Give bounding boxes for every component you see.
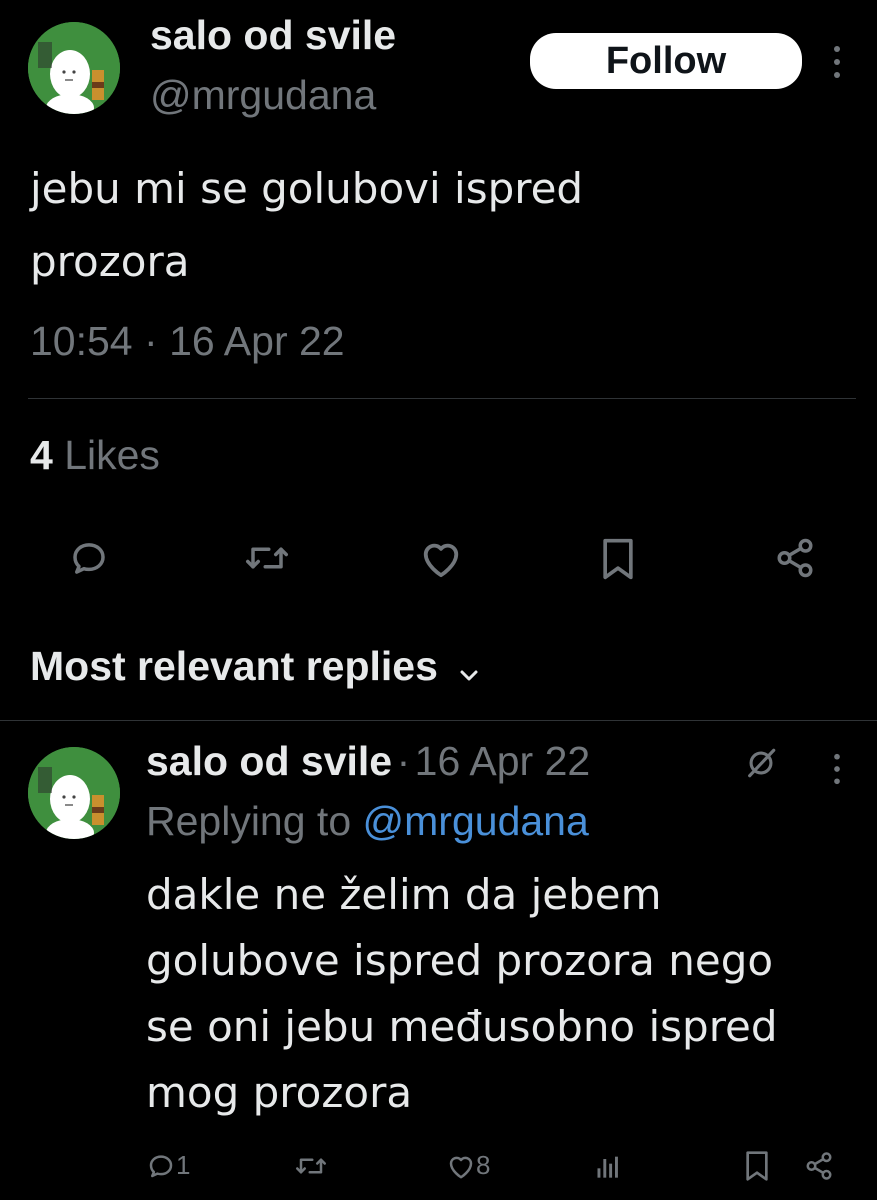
meta-separator: · xyxy=(144,318,158,364)
like-icon[interactable] xyxy=(418,537,464,579)
reply-count: 1 xyxy=(176,1150,191,1180)
likes-label: Likes xyxy=(64,432,160,478)
chevron-down-icon xyxy=(457,646,481,693)
views-icon[interactable] xyxy=(594,1151,622,1181)
reply-like-button[interactable]: 8 xyxy=(446,1150,490,1181)
replies-sort-dropdown[interactable]: Most relevant replies xyxy=(30,643,481,693)
divider xyxy=(28,398,856,399)
replies-sort-label: Most relevant replies xyxy=(30,643,438,689)
bookmark-icon[interactable] xyxy=(600,537,636,581)
retweet-icon[interactable] xyxy=(294,1151,328,1181)
share-icon[interactable] xyxy=(804,1151,834,1181)
likes-count[interactable]: 4 Likes xyxy=(30,432,160,479)
author-name[interactable]: salo od svile xyxy=(150,12,396,59)
replying-to-label: Replying to xyxy=(146,798,352,844)
reply-header: salo od svile · 16 Apr 22 xyxy=(146,738,590,785)
reply-date[interactable]: 16 Apr 22 xyxy=(415,738,591,784)
reply-reply-button[interactable]: 1 xyxy=(146,1150,190,1181)
replying-to-handle[interactable]: @mrgudana xyxy=(363,798,589,844)
tweet-text: jebu mi se golubovi ispred prozora xyxy=(30,164,584,286)
reply-text: dakle ne želim da jebem golubove ispred … xyxy=(146,870,778,1117)
tweet-time: 10:54 xyxy=(30,318,133,364)
likes-number: 4 xyxy=(30,432,53,478)
divider xyxy=(0,720,877,721)
reply-icon[interactable] xyxy=(68,537,110,579)
reply-author-avatar[interactable] xyxy=(28,747,120,839)
retweet-icon[interactable] xyxy=(244,537,290,579)
reply-icon xyxy=(149,1154,173,1177)
tweet-timestamp[interactable]: 10:54 · 16 Apr 22 xyxy=(30,318,345,365)
tweet-date: 16 Apr 22 xyxy=(169,318,345,364)
like-icon xyxy=(449,1156,473,1178)
follow-button[interactable]: Follow xyxy=(530,33,802,89)
grok-icon[interactable] xyxy=(744,746,778,780)
author-handle[interactable]: @mrgudana xyxy=(150,72,376,119)
more-options-icon[interactable] xyxy=(826,752,848,786)
bookmark-icon[interactable] xyxy=(744,1150,770,1182)
share-icon[interactable] xyxy=(774,537,816,579)
author-avatar[interactable] xyxy=(28,22,120,114)
like-count: 8 xyxy=(476,1150,491,1180)
replying-to: Replying to @mrgudana xyxy=(146,798,589,845)
meta-separator: · xyxy=(396,738,411,784)
reply-author-name[interactable]: salo od svile xyxy=(146,738,392,784)
more-options-icon[interactable] xyxy=(826,44,848,80)
